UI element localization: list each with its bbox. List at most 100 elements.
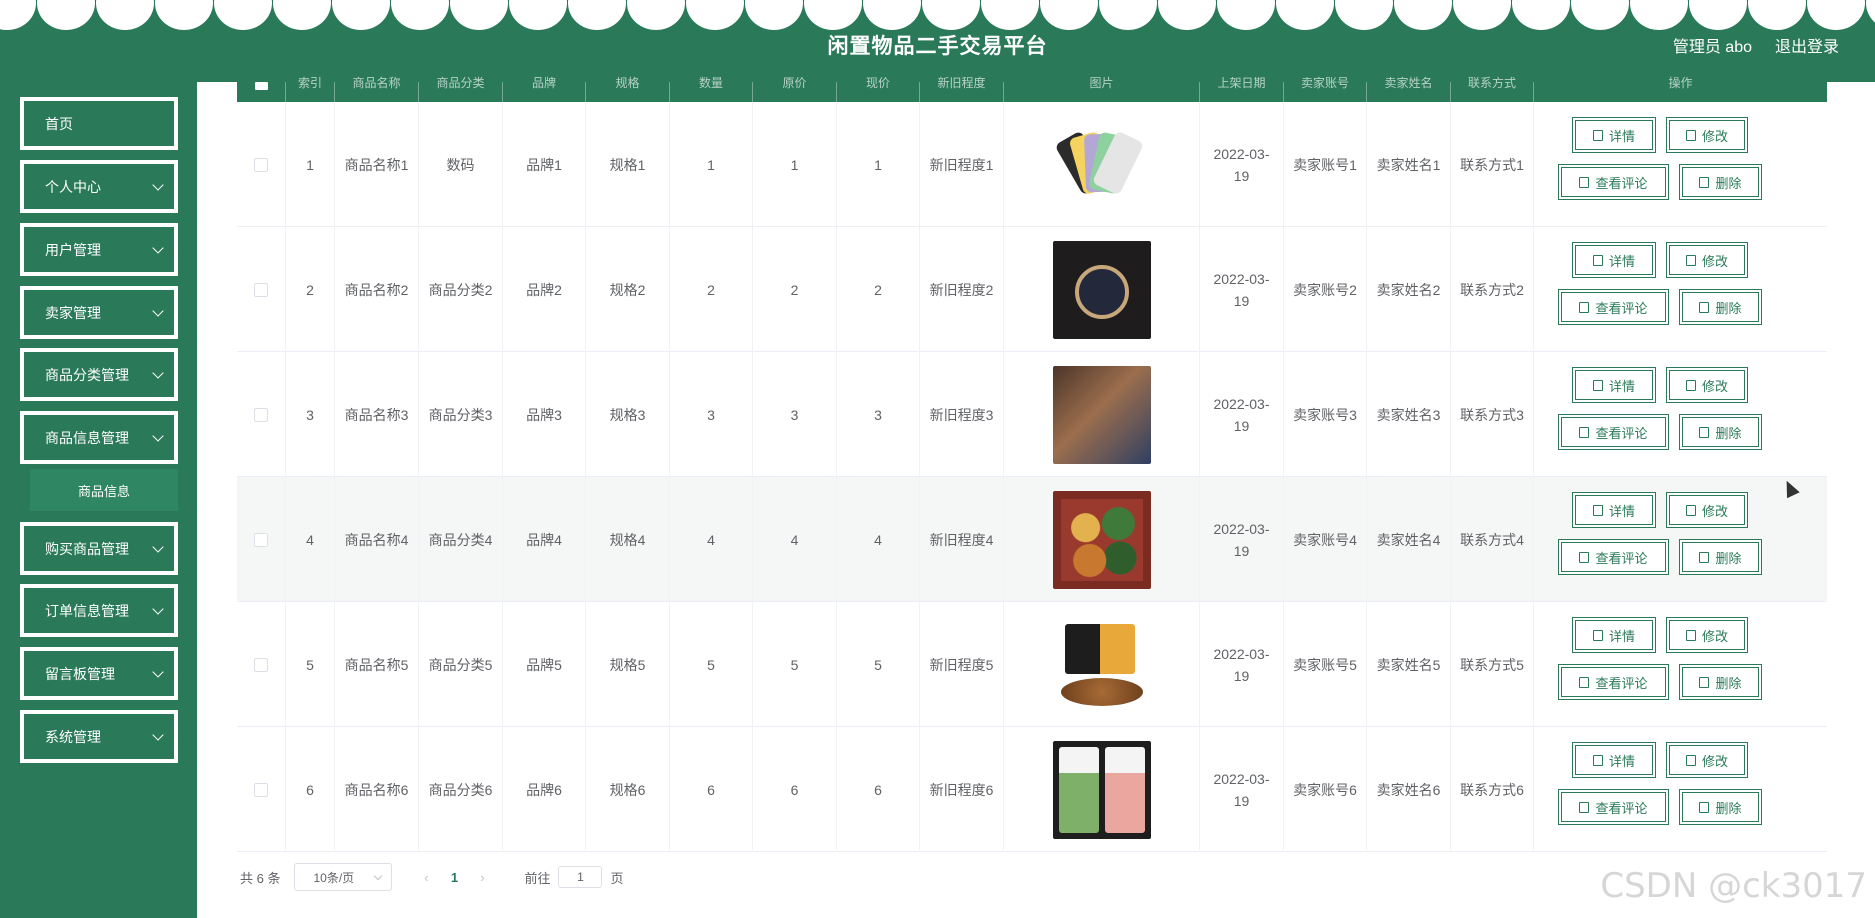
prev-page-button[interactable]: ‹ [412,863,440,891]
edit-button[interactable]: 修改 [1666,117,1748,153]
table-row: 2 商品名称2 商品分类2 品牌2 规格2 2 2 2 新旧程度2 2022-03-19 卖家账号2… [237,227,1827,352]
cell-text: 规格4 [609,531,646,548]
detail-button[interactable]: 详情 [1572,117,1656,153]
goto-page-input[interactable] [558,866,603,888]
scallop-shape [922,0,980,30]
pencil-icon [1685,504,1696,516]
delete-button[interactable]: 删除 [1679,664,1762,700]
edit-button[interactable]: 修改 [1666,742,1748,778]
next-page-button[interactable]: › [468,863,496,891]
pagination-total: 共 6 条 [240,870,281,886]
scallop-shape [509,0,567,30]
scallop-shape [1099,0,1157,30]
chevron-down-icon [152,728,164,741]
delete-button[interactable]: 删除 [1679,539,1762,575]
cell-text: 商品名称5 [344,656,409,673]
image-cell [1004,352,1200,477]
detail-button[interactable]: 详情 [1572,617,1656,653]
scallop-shape [273,0,331,30]
sidebar-item-label: 首页 [45,115,73,132]
sidebar-item-label: 购买商品管理 [45,540,129,557]
edit-button[interactable]: 修改 [1666,242,1748,278]
scallop-shape [1689,0,1747,30]
table-row: 6 商品名称6 商品分类6 品牌6 规格6 6 6 6 新旧程度6 2022-03-19 卖家账号6… [237,727,1827,852]
button-label: 修改 [1701,753,1728,769]
row-checkbox[interactable] [254,657,268,672]
row-checkbox[interactable] [254,407,268,422]
sidebar-item-seller-management[interactable]: 卖家管理 [20,286,178,339]
sidebar-item-user-management[interactable]: 用户管理 [20,223,178,276]
delete-button[interactable]: 删除 [1679,289,1762,325]
sidebar-item-home[interactable]: 首页 [20,97,178,150]
cell-text: 1 [306,156,314,173]
header-select-all[interactable] [237,82,286,102]
cell-spec: 规格5 [586,602,670,727]
scallop-shape [391,0,449,30]
image-cell [1004,727,1200,852]
cell-text: 规格2 [609,281,646,298]
page-number-current[interactable]: 1 [440,870,468,885]
cell-now: 6 [837,727,920,852]
delete-button[interactable]: 删除 [1679,414,1762,450]
cell-brand: 品牌5 [503,602,586,727]
edit-button[interactable]: 修改 [1666,367,1748,403]
view-comments-button[interactable]: 查看评论 [1558,789,1669,825]
cell-text: 品牌6 [526,781,562,798]
view-comments-button[interactable]: 查看评论 [1558,289,1669,325]
view-comments-button[interactable]: 查看评论 [1558,414,1669,450]
sidebar-item-personal-center[interactable]: 个人中心 [20,160,178,213]
trash-icon [1699,551,1710,563]
cell-text: 商品名称3 [344,406,409,423]
cell-seller: 卖家姓名3 [1367,352,1451,477]
edit-button[interactable]: 修改 [1666,492,1748,528]
logout-link[interactable]: 退出登录 [1775,33,1839,57]
detail-button[interactable]: 详情 [1572,742,1656,778]
button-label: 修改 [1701,128,1728,144]
cell-qty: 6 [670,727,753,852]
row-checkbox[interactable] [254,282,268,297]
row-checkbox[interactable] [254,157,268,172]
cell-text: 2022-03-19 [1213,270,1270,309]
cell-text: 卖家账号4 [1293,531,1357,548]
sidebar-item-label: 订单信息管理 [45,602,129,619]
scallop-shape [1630,0,1688,30]
button-label: 查看评论 [1595,800,1648,816]
cell-name: 商品名称3 [335,352,419,477]
sidebar-item-purchase-management[interactable]: 购买商品管理 [20,522,178,575]
scallop-shape [1394,0,1452,30]
page-size-select[interactable]: 10条/页 [294,863,393,891]
view-comments-button[interactable]: 查看评论 [1558,164,1669,200]
scallop-shape [37,0,95,30]
cell-text: 6 [707,781,715,798]
sidebar-item-category-management[interactable]: 商品分类管理 [20,348,178,401]
cell-text: 2 [306,281,314,298]
cell-text: 商品分类2 [428,281,493,298]
sidebar-subitem-product-info[interactable]: 商品信息 [30,469,178,511]
detail-button[interactable]: 详情 [1572,242,1656,278]
edit-button[interactable]: 修改 [1666,617,1748,653]
sidebar-item-product-management[interactable]: 商品信息管理 [20,411,178,464]
cell-text: 2022-03-19 [1213,645,1270,684]
delete-button[interactable]: 删除 [1679,789,1762,825]
scallop-shape [627,0,685,30]
cell-text: 6 [874,781,882,798]
row-checkbox[interactable] [254,532,268,547]
row-checkbox[interactable] [254,782,268,797]
sidebar-item-system-management[interactable]: 系统管理 [20,710,178,763]
detail-button[interactable]: 详情 [1572,492,1656,528]
view-comments-button[interactable]: 查看评论 [1558,539,1669,575]
sidebar-item-label: 商品分类管理 [45,366,129,383]
detail-button[interactable]: 详情 [1572,367,1656,403]
column-header: 上架日期 [1200,76,1284,102]
delete-button[interactable]: 删除 [1679,164,1762,200]
pencil-icon [1685,754,1696,766]
cell-brand: 品牌2 [503,227,586,352]
sidebar-item-message-board[interactable]: 留言板管理 [20,647,178,700]
document-icon [1592,504,1603,516]
select-all-checkbox[interactable] [255,82,268,90]
scallop-shape [1807,0,1865,30]
view-comments-button[interactable]: 查看评论 [1558,664,1669,700]
sidebar-item-order-management[interactable]: 订单信息管理 [20,584,178,637]
chevron-down-icon [152,429,164,442]
sidebar-item-label: 留言板管理 [45,665,115,682]
